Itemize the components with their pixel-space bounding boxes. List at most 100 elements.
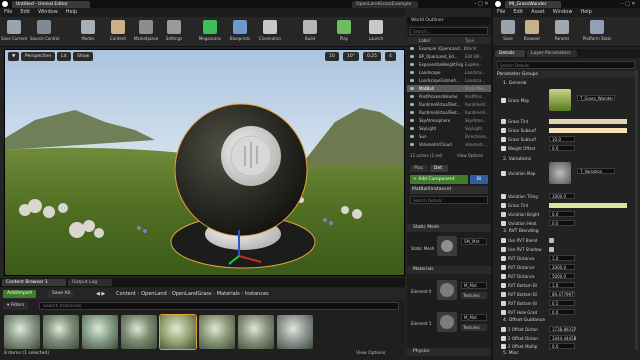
asset-thumbnail[interactable] xyxy=(159,314,197,350)
breadcrumb-item[interactable]: OpenLandGrass xyxy=(172,291,212,297)
show-button[interactable]: Show xyxy=(73,52,94,61)
scale-snap-value[interactable]: 0.25 xyxy=(363,52,382,61)
override-checkbox[interactable] xyxy=(501,238,506,243)
filters-button[interactable]: ▾ Filters xyxy=(3,302,29,310)
parameter-value-field[interactable]: 5000.0 xyxy=(549,273,575,279)
breadcrumb-item[interactable]: Materials xyxy=(217,291,240,297)
mi-platform-stats-button[interactable]: Platform Stats xyxy=(577,19,617,45)
override-checkbox[interactable] xyxy=(501,221,506,226)
parameter-group-header[interactable]: 3. RVT Blending xyxy=(497,228,637,235)
physics-section[interactable]: Physics xyxy=(407,348,491,356)
textures-dropdown[interactable]: Textures xyxy=(461,292,487,299)
back-icon[interactable]: ◀ ▶ xyxy=(96,290,105,298)
parameter-value-field[interactable]: 0.0 xyxy=(549,343,575,349)
grid-snap-value[interactable]: 10 xyxy=(325,52,339,61)
content-toolbar-button[interactable]: Content xyxy=(104,19,132,45)
parameter-value-field[interactable]: 89.477997 xyxy=(549,291,575,297)
parameter-value-field[interactable]: 1.0 xyxy=(549,282,575,288)
instance-name-field[interactable]: MatBall(Instance) xyxy=(410,186,488,194)
launch-toolbar-button[interactable]: Launch xyxy=(362,19,390,45)
override-checkbox[interactable] xyxy=(501,283,506,288)
parameter-value-field[interactable]: 0.5 xyxy=(549,300,575,306)
parameter-value-field[interactable]: 0.0 xyxy=(549,220,575,226)
parameter-value-field[interactable]: 10.0 xyxy=(549,136,575,142)
override-checkbox[interactable] xyxy=(501,256,506,261)
visibility-eye-icon[interactable] xyxy=(410,55,414,58)
breadcrumb-item[interactable]: Content xyxy=(116,291,136,297)
visibility-eye-icon[interactable] xyxy=(410,95,414,98)
tab-details[interactable]: Details xyxy=(495,50,525,57)
override-checkbox[interactable] xyxy=(501,128,506,133)
parameter-group-header[interactable]: 4. Offset Guidance xyxy=(497,317,637,324)
override-checkbox[interactable] xyxy=(501,98,506,103)
color-swatch[interactable] xyxy=(549,119,627,124)
parameter-value-field[interactable]: 2000.0 xyxy=(549,264,575,270)
menu-window[interactable]: Window xyxy=(38,9,58,15)
lit-button[interactable]: Lit xyxy=(57,52,71,61)
asset-thumbnail[interactable] xyxy=(82,315,118,349)
menu-edit[interactable]: Edit xyxy=(20,9,30,15)
mi-menu-edit[interactable]: Edit xyxy=(513,9,523,15)
mi-scrollbar[interactable] xyxy=(635,70,638,350)
tab-output-log[interactable]: Output Log xyxy=(68,279,112,286)
asset-thumbnail[interactable] xyxy=(238,315,274,349)
override-checkbox[interactable] xyxy=(501,171,506,176)
rotation-snap-value[interactable]: 10° xyxy=(343,52,359,61)
color-swatch[interactable] xyxy=(549,128,627,133)
tab-content-browser[interactable]: Content Browser 1 xyxy=(2,279,66,286)
content-search-input[interactable] xyxy=(39,302,399,310)
materials-section[interactable]: Materials xyxy=(407,266,491,274)
outliner-row[interactable]: BP_OpenLand_Ed... Edit BP... xyxy=(407,53,491,60)
visibility-eye-icon[interactable] xyxy=(410,63,414,66)
outliner-view-options[interactable]: View Options xyxy=(457,152,483,159)
menu-file[interactable]: File xyxy=(4,9,12,15)
outliner-row[interactable]: MatBall StaticMes xyxy=(407,85,491,92)
parameter-groups-header[interactable]: Parameter Groups xyxy=(497,71,637,78)
mi-menu-help[interactable]: Help xyxy=(580,9,591,15)
override-checkbox[interactable] xyxy=(501,146,506,151)
parameter-group-header[interactable]: 1. General xyxy=(497,80,637,87)
asset-thumbnail[interactable] xyxy=(43,315,79,349)
mi-window-controls[interactable]: – □ ✕ xyxy=(621,1,636,7)
override-checkbox[interactable] xyxy=(501,119,506,124)
label-column-header[interactable]: Label xyxy=(419,37,430,44)
visibility-eye-icon[interactable] xyxy=(410,135,414,138)
parameter-value-field[interactable]: 0.0 xyxy=(549,145,575,151)
details-search-input[interactable] xyxy=(410,196,488,204)
parameter-value-field[interactable]: 3444.44458 xyxy=(549,335,576,341)
perspective-button[interactable]: Perspective xyxy=(21,52,56,61)
outliner-row[interactable]: SkyLight SkyLight xyxy=(407,125,491,132)
build-toolbar-button[interactable]: Build xyxy=(296,19,324,45)
parameter-value-field[interactable]: 0.0 xyxy=(549,211,575,217)
visibility-eye-icon[interactable] xyxy=(410,111,414,114)
parameter-value-field[interactable]: 1000.0 xyxy=(549,193,575,199)
menu-help[interactable]: Help xyxy=(66,9,77,15)
material-picker[interactable]: M_Mat xyxy=(461,282,487,289)
outliner-row[interactable]: VolumetricCloud Volumetr... xyxy=(407,141,491,148)
breadcrumb-item[interactable]: Instances xyxy=(245,291,269,297)
parameter-value-field[interactable]: 1738.89337 xyxy=(549,326,576,332)
asset-thumbnail[interactable] xyxy=(4,315,40,349)
material-picker[interactable]: M_Mat xyxy=(461,314,487,321)
texture-picker[interactable]: T_Grass_Wander xyxy=(577,95,615,101)
level-viewport[interactable]: ▼ Perspective Lit Show 10 10° 0.25 4 xyxy=(4,49,405,276)
outliner-row[interactable]: ExponentialHeightFog ExpHei... xyxy=(407,61,491,68)
modes-toolbar-button[interactable]: Modes xyxy=(74,19,102,45)
asset-thumbnail[interactable] xyxy=(121,315,157,349)
static-mesh-section[interactable]: Static Mesh xyxy=(407,224,491,232)
window-controls[interactable]: – □ ✕ xyxy=(474,1,489,7)
override-checkbox[interactable] xyxy=(501,327,506,332)
override-checkbox[interactable] xyxy=(501,274,506,279)
viewport-options-button[interactable]: ▼ xyxy=(8,52,20,61)
cinematics-toolbar-button[interactable]: Cinematics xyxy=(256,19,284,45)
parameter-value-field[interactable]: 0.0 xyxy=(549,309,575,315)
source-control-toolbar-button[interactable]: Source Control xyxy=(30,19,59,45)
outliner-row[interactable]: Landscape Landsca... xyxy=(407,69,491,76)
override-checkbox[interactable] xyxy=(501,194,506,199)
tab-openlandgrassexample[interactable]: OpenLandGrassExample xyxy=(352,1,418,8)
add-import-button[interactable]: Add/Import xyxy=(3,290,37,298)
mi-save-button[interactable]: Save xyxy=(495,19,521,45)
override-checkbox[interactable] xyxy=(501,292,506,297)
mi-search-input[interactable] xyxy=(497,61,635,69)
static-mesh-picker[interactable]: SM_Mat xyxy=(461,238,487,245)
